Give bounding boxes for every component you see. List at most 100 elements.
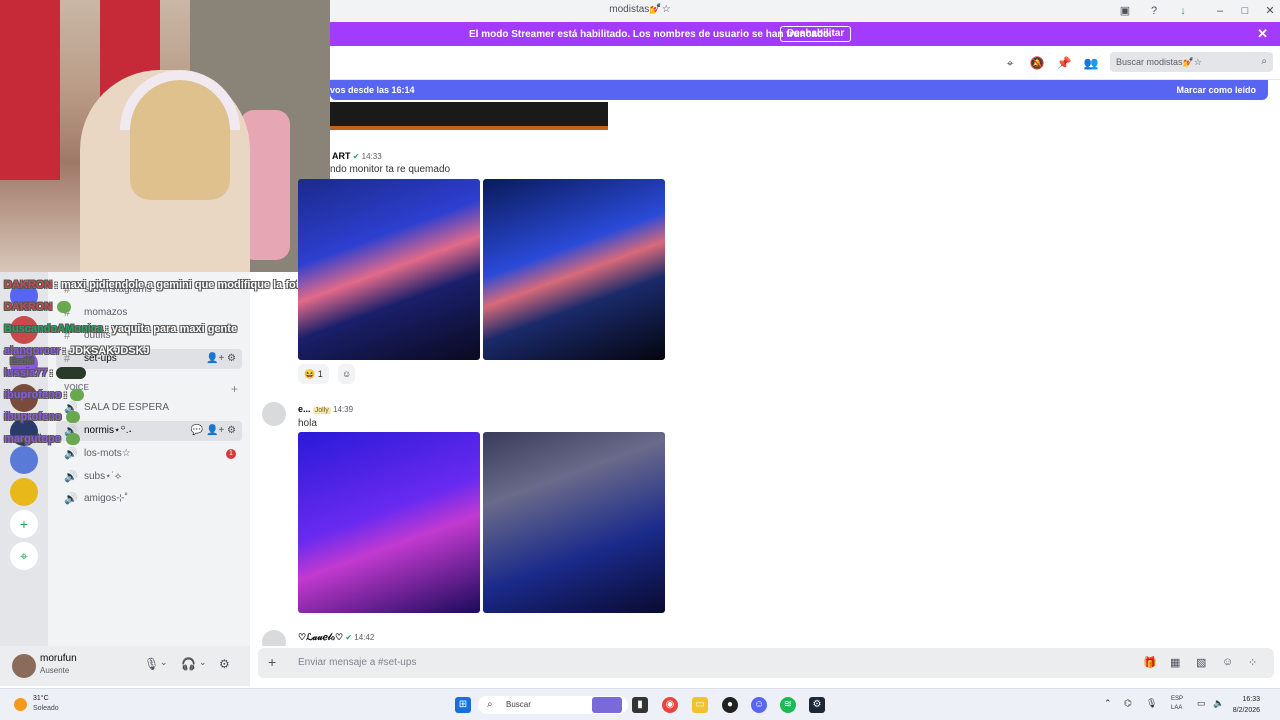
chrome-icon[interactable]: ◉ — [662, 697, 678, 713]
steam-icon[interactable]: ⚙ — [809, 697, 825, 713]
search-input[interactable]: Buscar modistas💅☆ ⌕ — [1110, 52, 1273, 72]
volume-icon[interactable]: 🔈 — [1213, 698, 1224, 709]
mic-icon[interactable]: 🎙 — [144, 657, 159, 671]
previous-image[interactable] — [330, 102, 608, 130]
chevron-down-icon[interactable]: ⌄ — [160, 657, 168, 668]
message-time: 14:33 — [361, 152, 382, 161]
banner-text: El modo Streamer está habilitado. Los no… — [469, 29, 832, 40]
explore-icon[interactable]: ⌖ — [10, 542, 38, 570]
chat-overlay-line: BuscandoAMonica: yaquita para maxi gente — [4, 323, 237, 335]
help-icon[interactable]: ? — [1146, 3, 1162, 19]
download-icon[interactable]: ↓ — [1175, 3, 1191, 19]
user-name[interactable]: morufun — [40, 653, 77, 664]
message-header: e... Jolly 14:39 — [298, 404, 353, 414]
attach-plus-icon[interactable]: + — [268, 654, 276, 670]
spotify-icon[interactable]: ≋ — [780, 697, 796, 713]
user-status: Ausente — [40, 666, 70, 675]
chat-text: : yaquita para maxi gente — [105, 323, 238, 335]
add-reaction-icon[interactable]: ☺ — [338, 364, 356, 384]
chat-text: : JDKSAKJDSKJ — [62, 345, 150, 357]
channel-los-mots[interactable]: 🔊 los-mots☆ 1 — [56, 444, 242, 464]
tray-chevron-icon[interactable]: ⌃ — [1104, 698, 1112, 709]
message-author[interactable]: e... — [298, 404, 311, 414]
chat-user: margutope — [4, 433, 61, 445]
chat-overlay-line: ibuprofeno: — [4, 389, 85, 402]
setup-photo[interactable] — [483, 432, 665, 613]
mark-as-read-button[interactable]: Marcar como leído — [1176, 85, 1256, 95]
avatar[interactable] — [262, 402, 286, 426]
minimize-icon[interactable]: – — [1212, 3, 1228, 19]
pin-icon[interactable]: 📌 — [1056, 55, 1072, 71]
language-indicator[interactable]: ESP LAA — [1171, 695, 1183, 713]
disable-streamer-button[interactable]: Deshabilitar — [780, 26, 852, 42]
avatar[interactable] — [262, 630, 286, 646]
obs-icon[interactable]: ● — [722, 697, 738, 713]
channel-settings-icon[interactable]: 👤+ ⚙ — [206, 349, 236, 369]
weather-temp: 31°C — [33, 695, 49, 702]
sun-icon[interactable] — [14, 698, 27, 711]
close-banner-icon[interactable]: ✕ — [1257, 26, 1268, 42]
pepe-emote-icon — [57, 301, 72, 314]
weather-desc: Soleado — [33, 705, 59, 712]
chat-text: : — [49, 367, 54, 379]
message-author[interactable]: ♡ℒ𝒶𝓊ℯ𝓁ℴ♡ — [298, 632, 343, 642]
threads-icon[interactable]: ⌖ — [1002, 55, 1018, 71]
widget-app-icon[interactable] — [592, 697, 622, 713]
new-messages-bar[interactable]: vos desde las 16:14 Marcar como leído — [330, 80, 1268, 100]
channel-momazos[interactable]: # momazos — [56, 303, 242, 323]
start-icon[interactable]: ⊞ — [455, 697, 471, 713]
chat-overlay-line: margutope — [4, 433, 80, 446]
channel-label: normis⋆꙳.˖ — [84, 425, 132, 436]
chevron-down-icon[interactable]: ⌄ — [199, 657, 207, 668]
settings-gear-icon[interactable]: ⚙ — [219, 657, 230, 671]
channel-settings-icon[interactable]: 💬 👤+ ⚙ — [191, 421, 236, 441]
maximize-icon[interactable]: □ — [1237, 3, 1253, 19]
headphones-icon[interactable]: 🎧 — [181, 657, 196, 671]
file-explorer-icon[interactable]: ▭ — [692, 697, 708, 713]
streamer-mode-banner: El modo Streamer está habilitado. Los no… — [330, 22, 1280, 46]
message-input[interactable]: Enviar mensaje a #set-ups — [298, 657, 416, 668]
search-icon: ⌕ — [1261, 56, 1267, 67]
screen-share-icon[interactable]: ▣ — [1117, 3, 1133, 19]
taskbar-search-label: Buscar — [506, 700, 531, 709]
setup-photo[interactable] — [483, 179, 665, 360]
setup-photo[interactable] — [298, 432, 480, 613]
channel-amigos[interactable]: 🔊 amigos⊹˚ — [56, 489, 242, 509]
user-avatar[interactable] — [12, 654, 36, 678]
speaker-icon: 🔊 — [64, 448, 78, 460]
server-icon[interactable] — [10, 478, 38, 506]
chat-overlay-line: ibuprofeno — [4, 411, 81, 424]
chat-user: DAKRON — [4, 301, 53, 313]
gif-icon[interactable]: ▦ — [1170, 656, 1180, 669]
channel-normis[interactable]: 🔊 normis⋆꙳.˖ 💬 👤+ ⚙ — [56, 421, 242, 441]
mic-tray-icon[interactable]: 🎙 — [1146, 698, 1157, 709]
message-author[interactable]: ART — [332, 151, 351, 161]
chat-text: : — [63, 389, 68, 401]
add-server-icon[interactable]: + — [10, 510, 38, 538]
server-icon[interactable] — [10, 446, 38, 474]
apps-icon[interactable]: ⁘ — [1248, 656, 1257, 669]
task-view-icon[interactable]: ▮ — [632, 697, 648, 713]
emoji-icon[interactable]: ☺ — [1222, 656, 1233, 668]
reaction-count: 1 — [317, 369, 323, 379]
lang-layout: LAA — [1171, 705, 1183, 711]
speaker-icon: 🔊 — [64, 493, 78, 505]
channel-label: momazos — [84, 307, 128, 318]
sticker-icon[interactable]: ▧ — [1196, 656, 1206, 669]
clock[interactable]: 16:33 8/2/2026 — [1233, 694, 1260, 716]
message-composer[interactable]: + Enviar mensaje a #set-ups 🎁 ▦ ▧ ☺ ⁘ — [258, 648, 1274, 678]
notifications-muted-icon[interactable]: 🔕 — [1029, 55, 1045, 71]
close-window-icon[interactable]: ✕ — [1262, 3, 1278, 19]
channel-header: ⌖ 🔕 📌 👥 Buscar modistas💅☆ ⌕ — [330, 46, 1280, 80]
network-icon[interactable]: ⌬ — [1124, 698, 1132, 709]
discord-icon[interactable]: ☺ — [751, 697, 767, 713]
setup-photo[interactable] — [298, 179, 480, 360]
speaker-icon: 🔊 — [64, 471, 78, 483]
display-icon[interactable]: ▭ — [1197, 698, 1206, 709]
channel-subs[interactable]: 🔊 subs⋆˙⟡ — [56, 467, 242, 487]
reaction-button[interactable]: 😆 1 — [298, 364, 329, 384]
members-icon[interactable]: 👥 — [1083, 55, 1099, 71]
gift-icon[interactable]: 🎁 — [1143, 656, 1157, 669]
chat-user: ibuprofeno — [4, 389, 62, 401]
add-channel-icon[interactable]: + — [231, 382, 238, 396]
